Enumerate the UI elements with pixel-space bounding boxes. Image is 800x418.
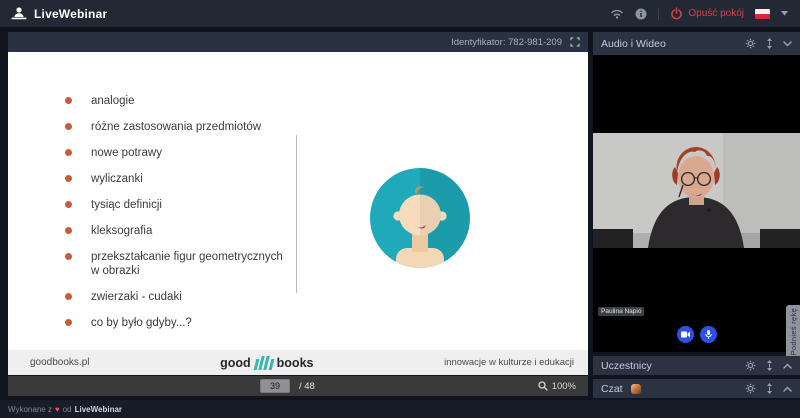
baby-avatar-illustration	[370, 168, 470, 268]
info-icon[interactable]	[635, 8, 647, 20]
made-with-text: Wykonane z	[8, 405, 52, 414]
participants-panel-header[interactable]: Uczestnicy	[593, 356, 800, 375]
goodbooks-logo-bars-icon	[254, 356, 274, 370]
bullet-icon	[65, 201, 72, 208]
slide-footer: goodbooks.pl good books innowacje w kult…	[8, 350, 588, 375]
livewebinar-logo-icon	[10, 6, 28, 21]
slide-footer-url: goodbooks.pl	[30, 357, 90, 368]
bullet-icon	[65, 253, 72, 260]
resize-panel-icon[interactable]	[766, 383, 773, 394]
audio-video-title: Audio i Wideo	[601, 38, 666, 50]
chat-title: Czat	[601, 383, 623, 395]
camera-toggle-button[interactable]	[677, 326, 694, 343]
participants-title: Uczestnicy	[601, 360, 652, 372]
magnifier-icon	[538, 381, 548, 391]
gear-icon[interactable]	[745, 360, 756, 371]
zoom-level-label: 100%	[552, 381, 576, 392]
goodbooks-logo: good books	[220, 356, 313, 370]
list-item: analogie	[65, 94, 293, 108]
list-item: wyliczanki	[65, 172, 293, 186]
slide-bullet-list: analogie różne zastosowania przedmiotów …	[65, 94, 293, 342]
heart-icon: ♥	[55, 405, 60, 414]
made-with-od: od	[63, 405, 72, 414]
gear-icon[interactable]	[745, 38, 756, 49]
list-item: nowe potrawy	[65, 146, 293, 160]
livewebinar-app: LiveWebinar	[0, 0, 800, 418]
fullscreen-icon[interactable]	[570, 37, 580, 47]
status-bar: Wykonane z ♥ od LiveWebinar	[0, 400, 800, 418]
bullet-icon	[65, 97, 72, 104]
caret-down-icon[interactable]	[781, 11, 788, 16]
connection-icon[interactable]	[610, 8, 624, 19]
mic-toggle-button[interactable]	[700, 326, 717, 343]
list-item: przekształcanie figur geometrycznych w o…	[65, 250, 293, 278]
list-item: kleksografia	[65, 224, 293, 238]
slide-divider-line	[296, 135, 297, 293]
audio-video-panel-header[interactable]: Audio i Wideo	[593, 32, 800, 55]
av-button-row	[593, 326, 800, 343]
list-item: zwierzaki - cudaki	[65, 290, 293, 304]
gear-icon[interactable]	[745, 383, 756, 394]
resize-panel-icon[interactable]	[766, 360, 773, 371]
leave-room-button[interactable]: Opuść pokój	[670, 7, 744, 20]
list-item: co by było gdyby...?	[65, 316, 293, 330]
slide-footer-tagline: innowacje w kulturze i edukacji	[444, 357, 574, 368]
chevron-up-icon[interactable]	[783, 363, 792, 369]
presentation-slide[interactable]: analogie różne zastosowania przedmiotów …	[8, 52, 588, 375]
brand-name: LiveWebinar	[34, 7, 107, 21]
top-bar: LiveWebinar	[0, 0, 800, 27]
bullet-icon	[65, 123, 72, 130]
raise-hand-side-tab[interactable]: Podnieś rękę	[786, 305, 800, 359]
list-item: tysiąc definicji	[65, 198, 293, 212]
bullet-icon	[65, 319, 72, 326]
video-feed-area[interactable]: Paulina Napió	[593, 55, 800, 352]
page-number-input[interactable]	[260, 379, 290, 393]
bullet-icon	[65, 293, 72, 300]
resize-panel-icon[interactable]	[766, 38, 773, 49]
status-brand-link[interactable]: LiveWebinar	[75, 405, 122, 414]
presentation-controls-bar: / 48 100%	[8, 376, 588, 396]
room-identifier: Identyfikator: 782-981-209	[451, 37, 562, 48]
bullet-icon	[65, 149, 72, 156]
page-total-label: / 48	[299, 381, 315, 392]
presenter-name-tag: Paulina Napió	[598, 307, 644, 316]
zoom-control[interactable]: 100%	[538, 381, 576, 392]
leave-room-label: Opuść pokój	[688, 8, 744, 19]
raise-hand-label: Podnieś rękę	[789, 308, 798, 355]
chat-emoji-icon	[631, 384, 641, 394]
bullet-icon	[65, 175, 72, 182]
power-icon	[670, 7, 683, 20]
list-item: różne zastosowania przedmiotów	[65, 120, 293, 134]
webcam-video: Paulina Napió	[593, 133, 800, 248]
brand-logo[interactable]: LiveWebinar	[10, 6, 107, 21]
flag-pl-icon[interactable]	[755, 9, 770, 19]
bullet-icon	[65, 227, 72, 234]
chevron-up-icon[interactable]	[783, 386, 792, 392]
chevron-down-icon[interactable]	[783, 41, 792, 47]
presentation-header: Identyfikator: 782-981-209	[8, 32, 588, 52]
chat-panel-header[interactable]: Czat	[593, 379, 800, 398]
topbar-divider	[658, 8, 659, 20]
